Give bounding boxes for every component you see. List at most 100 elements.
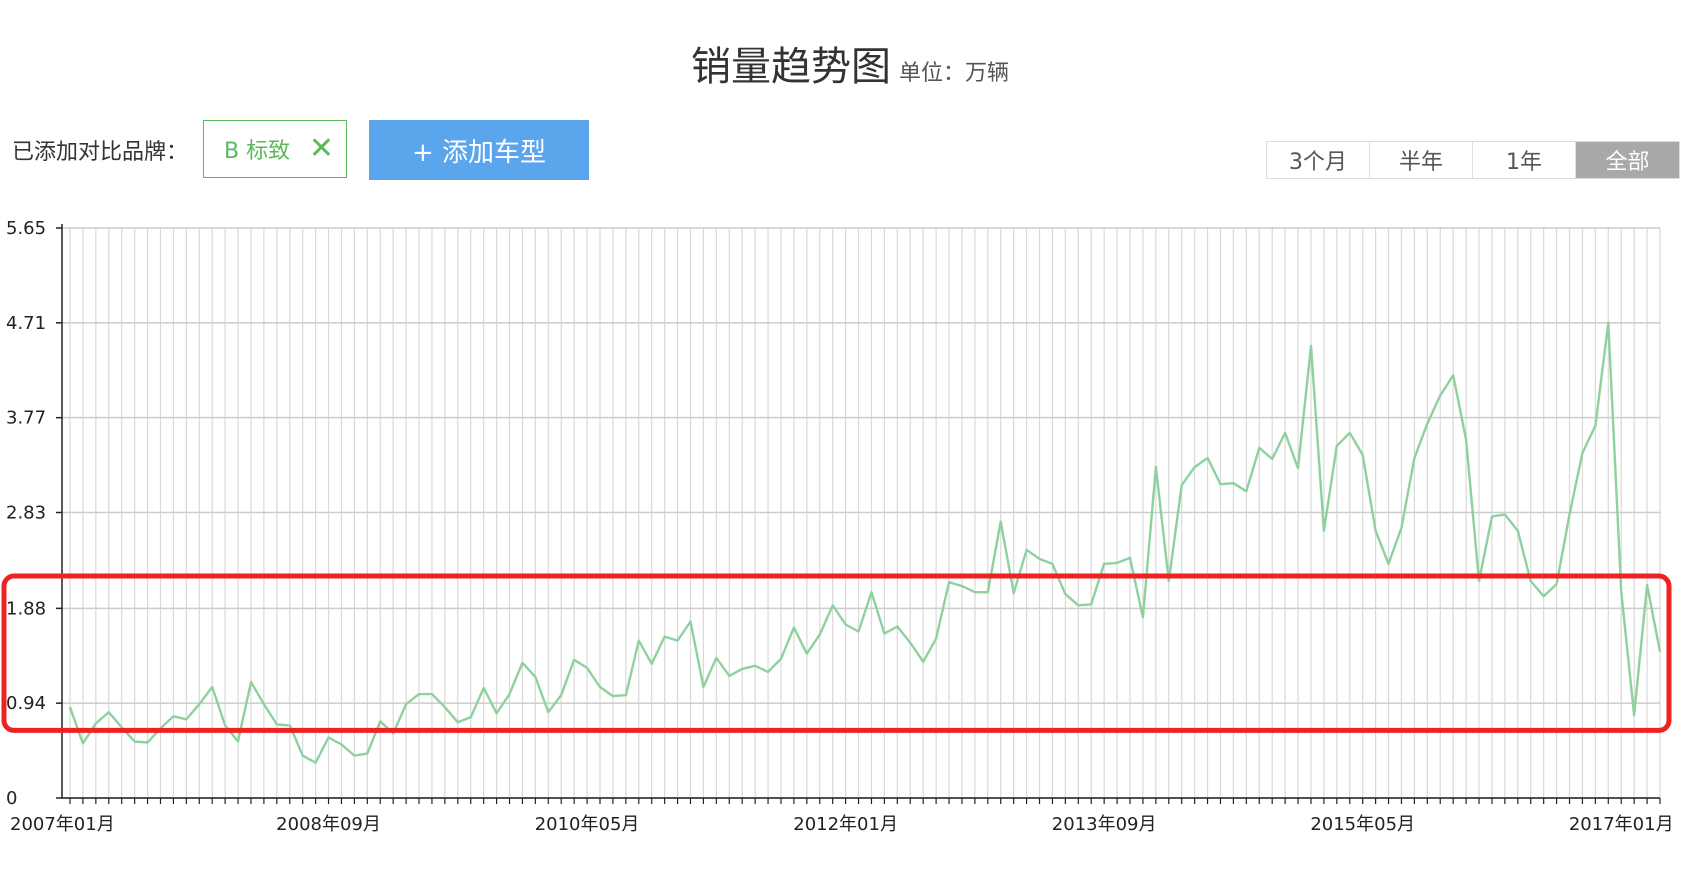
x-tick-label: 2017年01月 [1569, 814, 1674, 835]
data-point [584, 665, 590, 671]
data-point [106, 709, 112, 715]
data-point [209, 684, 215, 690]
data-point [791, 625, 797, 631]
series-line [68, 321, 1662, 764]
data-point [364, 751, 370, 757]
data-point [1579, 450, 1585, 456]
data-point [403, 701, 409, 707]
data-point [1308, 343, 1314, 349]
data-point [1373, 528, 1379, 534]
data-point [1037, 556, 1043, 562]
data-point [571, 657, 577, 663]
data-point [287, 722, 293, 728]
data-point [843, 621, 849, 627]
data-point [532, 674, 538, 680]
data-point [261, 701, 267, 707]
data-point [1360, 452, 1366, 458]
data-point [726, 673, 732, 679]
data-point [1179, 482, 1185, 488]
data-point [1269, 456, 1275, 462]
data-point [313, 760, 319, 766]
data-point [455, 719, 461, 725]
data-point [545, 709, 551, 715]
data-point [623, 692, 629, 698]
data-point [1011, 590, 1017, 596]
data-point [494, 710, 500, 716]
data-point [894, 623, 900, 629]
data-point [248, 679, 254, 685]
data-point [1489, 514, 1495, 520]
data-point [700, 684, 706, 690]
data-point [1321, 528, 1327, 534]
y-tick-label: 0.94 [6, 693, 46, 714]
data-point [739, 666, 745, 672]
data-point [222, 722, 228, 728]
data-point [1088, 601, 1094, 607]
data-point [468, 714, 474, 720]
data-point [183, 716, 189, 722]
data-point [196, 701, 202, 707]
data-point [170, 713, 176, 719]
data-point [1062, 591, 1068, 597]
data-point [597, 684, 603, 690]
data-point [442, 704, 448, 710]
data-point [1386, 561, 1392, 567]
data-point [778, 656, 784, 662]
data-point [920, 659, 926, 665]
data-point [132, 739, 138, 745]
y-tick-label: 4.71 [6, 313, 46, 334]
x-tick-label: 2015年05月 [1310, 814, 1415, 835]
data-point [1217, 481, 1223, 487]
data-point [1114, 560, 1120, 566]
y-tick-label: 3.77 [6, 408, 46, 429]
data-point [1567, 512, 1573, 518]
y-tick-label: 1.88 [6, 598, 46, 619]
data-point [830, 602, 836, 608]
data-point [804, 651, 810, 657]
data-point [687, 618, 693, 624]
data-point [1424, 421, 1430, 427]
data-point [300, 753, 306, 759]
data-point [1166, 578, 1172, 584]
sales-trend-chart: 0 0.94 1.88 2.83 3.77 4.71 5.65 2007年01月 2008年09… [1, 218, 1674, 835]
data-point [662, 634, 668, 640]
data-point [1192, 464, 1198, 470]
data-point [868, 589, 874, 595]
data-point [93, 720, 99, 726]
data-point [636, 638, 642, 644]
data-point [377, 718, 383, 724]
highlight-box [1, 573, 1672, 733]
data-point [946, 579, 952, 585]
data-point [1101, 561, 1107, 567]
data-point [1515, 528, 1521, 534]
data-point [1205, 455, 1211, 461]
data-point [351, 753, 357, 759]
data-point [959, 583, 965, 589]
y-tick-label: 2.83 [6, 502, 46, 523]
data-point [145, 740, 151, 746]
data-point [1127, 555, 1133, 561]
data-point [235, 739, 241, 745]
data-point [1450, 372, 1456, 378]
data-point [1282, 430, 1288, 436]
x-tick-label: 2008年09月 [276, 814, 381, 835]
data-point [507, 691, 513, 697]
data-point [1437, 392, 1443, 398]
data-point [765, 669, 771, 675]
data-point [649, 661, 655, 667]
data-point [1295, 465, 1301, 471]
data-point [1528, 578, 1534, 584]
data-point [558, 692, 564, 698]
y-tick-label: 0 [6, 788, 17, 809]
data-point [1256, 445, 1262, 451]
data-point [519, 660, 525, 666]
data-point [1049, 561, 1055, 567]
data-point [1618, 588, 1624, 594]
data-point [1502, 512, 1508, 518]
data-point [416, 691, 422, 697]
data-point [998, 519, 1004, 525]
data-point [429, 691, 435, 697]
data-point [1605, 320, 1611, 326]
data-point [1334, 443, 1340, 449]
data-point [1644, 582, 1650, 588]
